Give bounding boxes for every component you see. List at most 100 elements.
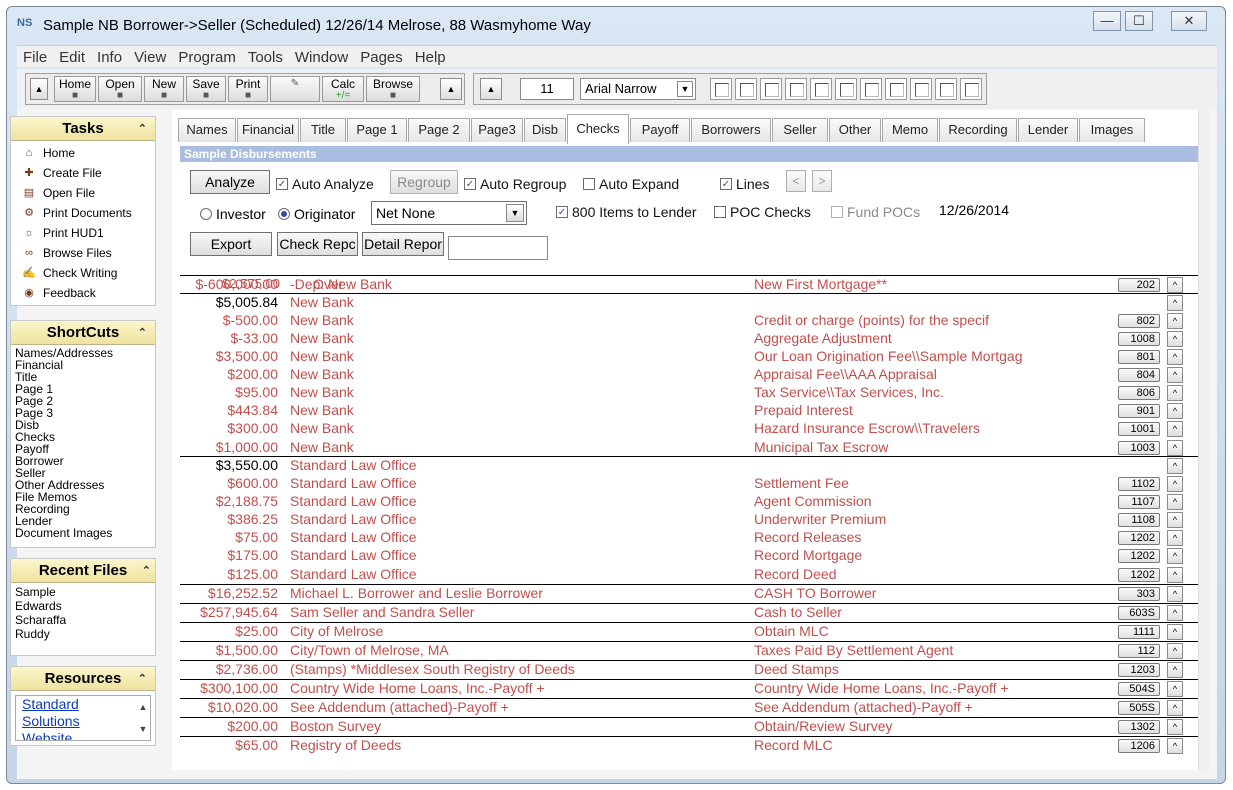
menu-view[interactable]: View	[128, 46, 172, 66]
row-line-number[interactable]: 804	[1118, 368, 1160, 382]
row-line-number[interactable]: 202	[1118, 278, 1160, 292]
tab-recording[interactable]: Recording	[939, 118, 1017, 142]
auto-analyze-checkbox[interactable]: ✓ Auto Analyze	[276, 176, 374, 192]
row-line-number[interactable]: 1111	[1118, 625, 1160, 639]
format-button-6[interactable]	[835, 78, 857, 100]
format-button-9[interactable]	[910, 78, 932, 100]
resources-header[interactable]: Resources ⌃	[11, 667, 155, 691]
row-expand-button[interactable]: ^	[1167, 681, 1183, 697]
regroup-button[interactable]: Regroup	[390, 170, 458, 194]
menu-file[interactable]: File	[17, 46, 53, 66]
tab-page-1[interactable]: Page 1	[347, 118, 407, 142]
menu-help[interactable]: Help	[409, 46, 452, 66]
row-expand-button[interactable]: ^	[1167, 494, 1183, 510]
row-expand-button[interactable]: ^	[1167, 512, 1183, 528]
font-name-select[interactable]: Arial Narrow ▼	[580, 78, 696, 100]
format-button-5[interactable]	[810, 78, 832, 100]
font-size-field[interactable]: 11	[520, 78, 574, 100]
investor-radio[interactable]: Investor	[200, 206, 266, 222]
row-line-number[interactable]: 1102	[1118, 477, 1160, 491]
tab-memo[interactable]: Memo	[882, 118, 938, 142]
row-expand-button[interactable]: ^	[1167, 440, 1183, 456]
row-line-number[interactable]: 505S	[1118, 701, 1160, 715]
collapse-icon[interactable]: ⌃	[138, 117, 147, 141]
tab-borrowers[interactable]: Borrowers	[691, 118, 771, 142]
menu-edit[interactable]: Edit	[53, 46, 91, 66]
toolbar-more-button[interactable]: ▲	[440, 78, 462, 100]
row-line-number[interactable]: 901	[1118, 404, 1160, 418]
format-collapse-button[interactable]: ▲	[480, 78, 502, 100]
toolbar-home-button[interactable]: Home ■	[54, 76, 96, 102]
row-line-number[interactable]: 1202	[1118, 531, 1160, 545]
poc-checks-checkbox[interactable]: POC Checks	[714, 204, 811, 220]
row-line-number[interactable]: 1202	[1118, 568, 1160, 582]
format-button-1[interactable]	[710, 78, 732, 100]
task-feedback[interactable]: ◉ Feedback	[11, 283, 155, 303]
row-expand-button[interactable]: ^	[1167, 719, 1183, 735]
row-line-number[interactable]: 1202	[1118, 549, 1160, 563]
toolbar-save-button[interactable]: Save ■	[186, 76, 226, 102]
toolbar-open-button[interactable]: Open ■	[98, 76, 142, 102]
row-expand-button[interactable]: ^	[1167, 567, 1183, 583]
resources-link-line-1[interactable]: Standard	[22, 696, 150, 713]
tab-names[interactable]: Names	[178, 118, 236, 142]
row-expand-button[interactable]: ^	[1167, 277, 1183, 293]
shortcuts-header[interactable]: ShortCuts ⌃	[11, 321, 155, 345]
items-800-checkbox[interactable]: ✓ 800 Items to Lender	[556, 204, 697, 220]
tab-page3[interactable]: Page3	[471, 118, 523, 142]
menu-tools[interactable]: Tools	[242, 46, 289, 66]
row-line-number[interactable]: 806	[1118, 386, 1160, 400]
row-expand-button[interactable]: ^	[1167, 662, 1183, 678]
prev-button[interactable]: <	[786, 170, 806, 192]
toolbar-print-button[interactable]: Print ■	[228, 76, 268, 102]
tab-lender[interactable]: Lender	[1018, 118, 1078, 142]
row-expand-button[interactable]: ^	[1167, 643, 1183, 659]
row-expand-button[interactable]: ^	[1167, 403, 1183, 419]
tasks-header[interactable]: Tasks ⌃	[11, 117, 155, 141]
resources-link-line-2[interactable]: Solutions	[22, 713, 150, 730]
tab-images[interactable]: Images	[1079, 118, 1145, 142]
row-line-number[interactable]: 1108	[1118, 513, 1160, 527]
tab-financial[interactable]: Financial	[237, 118, 299, 142]
row-expand-button[interactable]: ^	[1167, 331, 1183, 347]
recent-file-edwards[interactable]: Edwards	[11, 599, 155, 613]
format-button-11[interactable]	[960, 78, 982, 100]
tab-checks[interactable]: Checks	[567, 114, 629, 144]
collapse-icon[interactable]: ⌃	[138, 667, 147, 691]
maximize-button[interactable]: ☐	[1125, 11, 1153, 31]
row-line-number[interactable]: 802	[1118, 314, 1160, 328]
row-expand-button[interactable]: ^	[1167, 458, 1183, 474]
task-home[interactable]: ⌂ Home	[11, 143, 155, 163]
row-expand-button[interactable]: ^	[1167, 367, 1183, 383]
row-line-number[interactable]: 1001	[1118, 422, 1160, 436]
row-expand-button[interactable]: ^	[1167, 313, 1183, 329]
task-browse-files[interactable]: ∞ Browse Files	[11, 243, 155, 263]
task-print-documents[interactable]: ⚙ Print Documents	[11, 203, 155, 223]
net-select[interactable]: Net None ▼	[371, 201, 527, 225]
row-line-number[interactable]: 1008	[1118, 332, 1160, 346]
format-button-10[interactable]	[935, 78, 957, 100]
menu-info[interactable]: Info	[91, 46, 128, 66]
resources-link-line-3[interactable]: Website	[22, 730, 150, 740]
tab-title[interactable]: Title	[300, 118, 346, 142]
row-expand-button[interactable]: ^	[1167, 586, 1183, 602]
format-button-8[interactable]	[885, 78, 907, 100]
row-line-number[interactable]: 303	[1118, 587, 1160, 601]
tab-payoff[interactable]: Payoff	[630, 118, 690, 142]
row-line-number[interactable]: 801	[1118, 350, 1160, 364]
row-line-number[interactable]: 1206	[1118, 739, 1160, 753]
row-expand-button[interactable]: ^	[1167, 605, 1183, 621]
minimize-button[interactable]: —	[1093, 11, 1121, 31]
menu-window[interactable]: Window	[289, 46, 354, 66]
row-expand-button[interactable]: ^	[1167, 700, 1183, 716]
format-button-7[interactable]	[860, 78, 882, 100]
format-button-4[interactable]	[785, 78, 807, 100]
row-expand-button[interactable]: ^	[1167, 738, 1183, 754]
report-text-field[interactable]	[448, 236, 548, 260]
row-expand-button[interactable]: ^	[1167, 624, 1183, 640]
shortcut-document-images[interactable]: Document Images	[11, 527, 155, 539]
format-button-3[interactable]	[760, 78, 782, 100]
tab-page-2[interactable]: Page 2	[408, 118, 470, 142]
chevron-down-icon[interactable]: ▼	[677, 81, 693, 97]
tab-disb[interactable]: Disb	[524, 118, 566, 142]
